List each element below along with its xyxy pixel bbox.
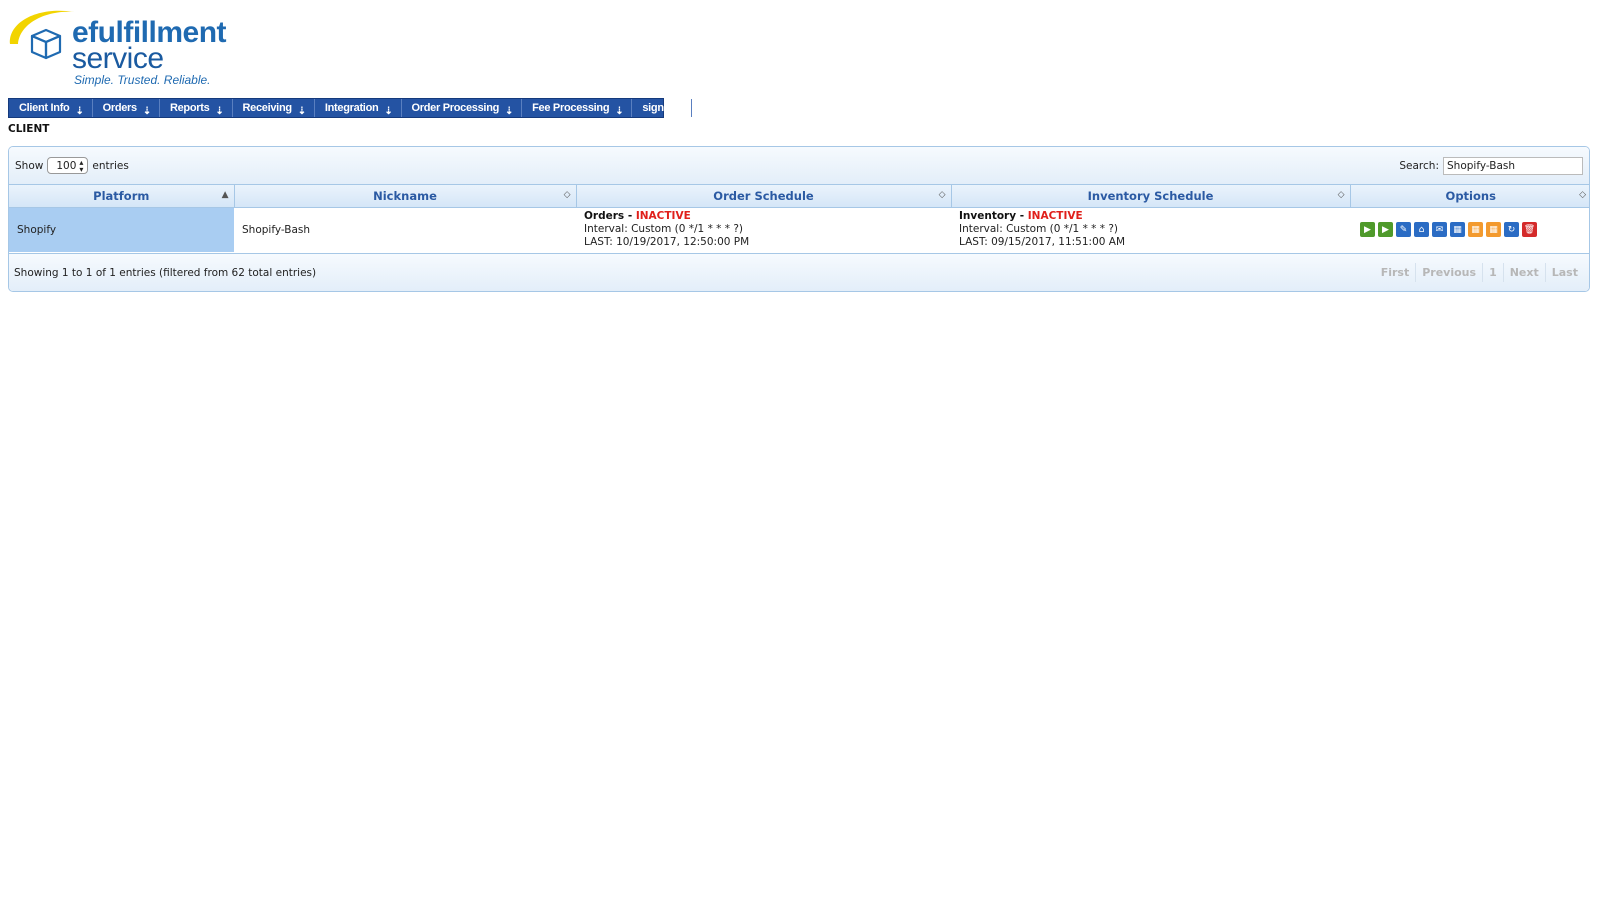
entries-length-control: Show 100 ▴ ▾ entries <box>15 157 129 174</box>
pager-next-button[interactable]: Next <box>1502 263 1545 282</box>
column-header-label: Options <box>1445 188 1496 203</box>
nav-item-label: Orders <box>102 102 138 114</box>
nav-item-receiving[interactable]: Receiving ⇣ <box>233 99 315 117</box>
entries-label: entries <box>92 159 129 172</box>
table-toolbar: Show 100 ▴ ▾ entries Search: <box>9 147 1589 185</box>
inventory-interval: Interval: Custom (0 */1 * * * ?) <box>959 223 1119 236</box>
column-header-platform[interactable]: Platform ▲ <box>9 185 235 208</box>
column-header-order-schedule[interactable]: Order Schedule ◇ <box>576 185 952 208</box>
search-input[interactable] <box>1443 156 1583 175</box>
inventory-status-badge: INACTIVE <box>1027 210 1083 223</box>
play-icon[interactable]: ▶ <box>1378 222 1393 238</box>
inventory-schedule-sep: - <box>1016 210 1028 223</box>
column-header-label: Nickname <box>373 188 437 203</box>
sort-both-icon: ◇ <box>1337 190 1345 200</box>
column-header-options[interactable]: Options ◇ <box>1350 185 1589 208</box>
nav-item-label: Client Info <box>19 102 70 114</box>
entries-select[interactable]: 100 ▴ ▾ <box>47 157 89 174</box>
mail-icon[interactable]: ✉ <box>1432 222 1447 238</box>
calendar-icon[interactable]: ▦ <box>1450 222 1465 238</box>
pager-previous-button[interactable]: Previous <box>1415 263 1482 282</box>
column-header-inventory-schedule[interactable]: Inventory Schedule ◇ <box>951 185 1351 208</box>
show-label: Show <box>15 159 44 172</box>
arrow-down-icon: ⇣ <box>75 105 84 117</box>
lock-icon[interactable]: ⌂ <box>1414 222 1429 238</box>
sort-asc-icon: ▲ <box>221 190 229 200</box>
order-last-run: LAST: 10/19/2017, 12:50:00 PM <box>584 236 750 249</box>
nav-item-label: sign out <box>642 102 683 114</box>
brand-name: efulfillment service <box>72 18 227 75</box>
main-nav: Client Info ⇣ Orders ⇣ Reports ⇣ Receiving ⇣… <box>8 98 692 118</box>
order-interval: Interval: Custom (0 */1 * * * ?) <box>584 223 744 236</box>
column-header-label: Platform <box>93 188 150 203</box>
pager-last-button[interactable]: Last <box>1544 263 1584 282</box>
sort-both-icon: ◇ <box>563 190 571 200</box>
client-table: Platform ▲ Nickname ◇ Order Schedule ◇ Inve… <box>9 185 1589 252</box>
search-control: Search: <box>1399 156 1583 175</box>
column-header-nickname[interactable]: Nickname ◇ <box>234 185 577 208</box>
search-label: Search: <box>1399 159 1439 172</box>
nav-item-label: Reports <box>169 102 210 114</box>
nav-item-orders[interactable]: Orders ⇣ <box>93 99 160 117</box>
pagination: First Previous 1 Next Last <box>1375 263 1584 282</box>
inventory-last-run: LAST: 09/15/2017, 11:51:00 AM <box>959 236 1126 249</box>
client-table-panel: Show 100 ▴▾ entries Search: Platform ▲ Ni… <box>8 146 1590 292</box>
nav-item-sign-out[interactable]: sign out <box>632 99 692 117</box>
column-header-label: Order Schedule <box>713 188 814 203</box>
entries-select-value: 100 <box>56 159 77 172</box>
nav-item-label: Fee Processing <box>532 102 610 114</box>
order-schedule-title: Orders <box>584 210 625 223</box>
play-icon[interactable]: ▶ <box>1360 222 1375 238</box>
options-cell: ▶ ▶ ✎ ⌂ ✉ ▦ ▦ ▦ ↻ 🗑 <box>1350 207 1589 252</box>
order-schedule-sep: - <box>624 210 636 223</box>
order-schedule-cell: Orders - INACTIVE Interval: Custom (0 */… <box>576 207 951 252</box>
trash-icon[interactable]: 🗑 <box>1522 222 1537 238</box>
pager-page-button[interactable]: 1 <box>1482 263 1503 282</box>
arrow-down-icon: ⇣ <box>215 105 224 117</box>
nav-item-integration[interactable]: Integration ⇣ <box>315 99 402 117</box>
nav-item-reports[interactable]: Reports ⇣ <box>160 99 233 117</box>
nav-item-order-processing[interactable]: Order Processing ⇣ <box>402 99 523 117</box>
nav-item-label: Order Processing <box>411 102 500 114</box>
arrow-down-icon: ⇣ <box>142 105 151 117</box>
nav-item-fee-processing[interactable]: Fee Processing ⇣ <box>522 99 633 117</box>
box-swoosh-logo-icon <box>9 10 74 60</box>
select-arrows-icon: ▴ ▾ <box>79 157 84 174</box>
arrow-down-icon: ⇣ <box>384 105 393 117</box>
pager-first-button[interactable]: First <box>1375 263 1416 282</box>
nav-item-client-info[interactable]: Client Info ⇣ <box>9 99 93 117</box>
platform-cell: Shopify <box>9 207 234 252</box>
arrow-down-icon: ⇣ <box>297 105 306 117</box>
nav-item-label: Receiving <box>242 102 293 114</box>
calendar-icon[interactable]: ▦ <box>1468 222 1483 238</box>
table-row[interactable]: Shopify Shopify-Bash Orders - INACTIVE I… <box>9 207 1589 252</box>
brand-tagline: Simple. Trusted. Reliable. <box>74 73 211 87</box>
sort-both-icon: ◇ <box>938 190 946 200</box>
nav-item-label: Integration <box>324 102 379 114</box>
sort-both-icon: ◇ <box>1579 190 1586 200</box>
order-status-badge: INACTIVE <box>635 210 691 223</box>
arrow-down-icon: ⇣ <box>505 105 514 117</box>
table-info: Showing 1 to 1 of 1 entries (filtered fr… <box>14 266 317 279</box>
inventory-schedule-title: Inventory <box>959 210 1017 223</box>
page-title: CLIENT <box>8 123 50 135</box>
brand-line-2: service <box>72 42 164 75</box>
option-buttons: ▶ ▶ ✎ ⌂ ✉ ▦ ▦ ▦ ↻ 🗑 <box>1358 222 1583 238</box>
arrow-down-icon: ⇣ <box>615 105 624 117</box>
inventory-schedule-cell: Inventory - INACTIVE Interval: Custom (0… <box>951 207 1350 252</box>
calendar-icon[interactable]: ▦ <box>1486 222 1501 238</box>
refresh-icon[interactable]: ↻ <box>1504 222 1519 238</box>
logo: efulfillment service Simple. Trusted. Re… <box>8 6 228 92</box>
table-footer: Showing 1 to 1 of 1 entries (filtered fr… <box>9 253 1589 291</box>
nickname-cell: Shopify-Bash <box>242 223 311 236</box>
table-header-row: Platform ▲ Nickname ◇ Order Schedule ◇ Inve… <box>9 185 1589 208</box>
edit-icon[interactable]: ✎ <box>1396 222 1411 238</box>
column-header-label: Inventory Schedule <box>1087 188 1214 203</box>
